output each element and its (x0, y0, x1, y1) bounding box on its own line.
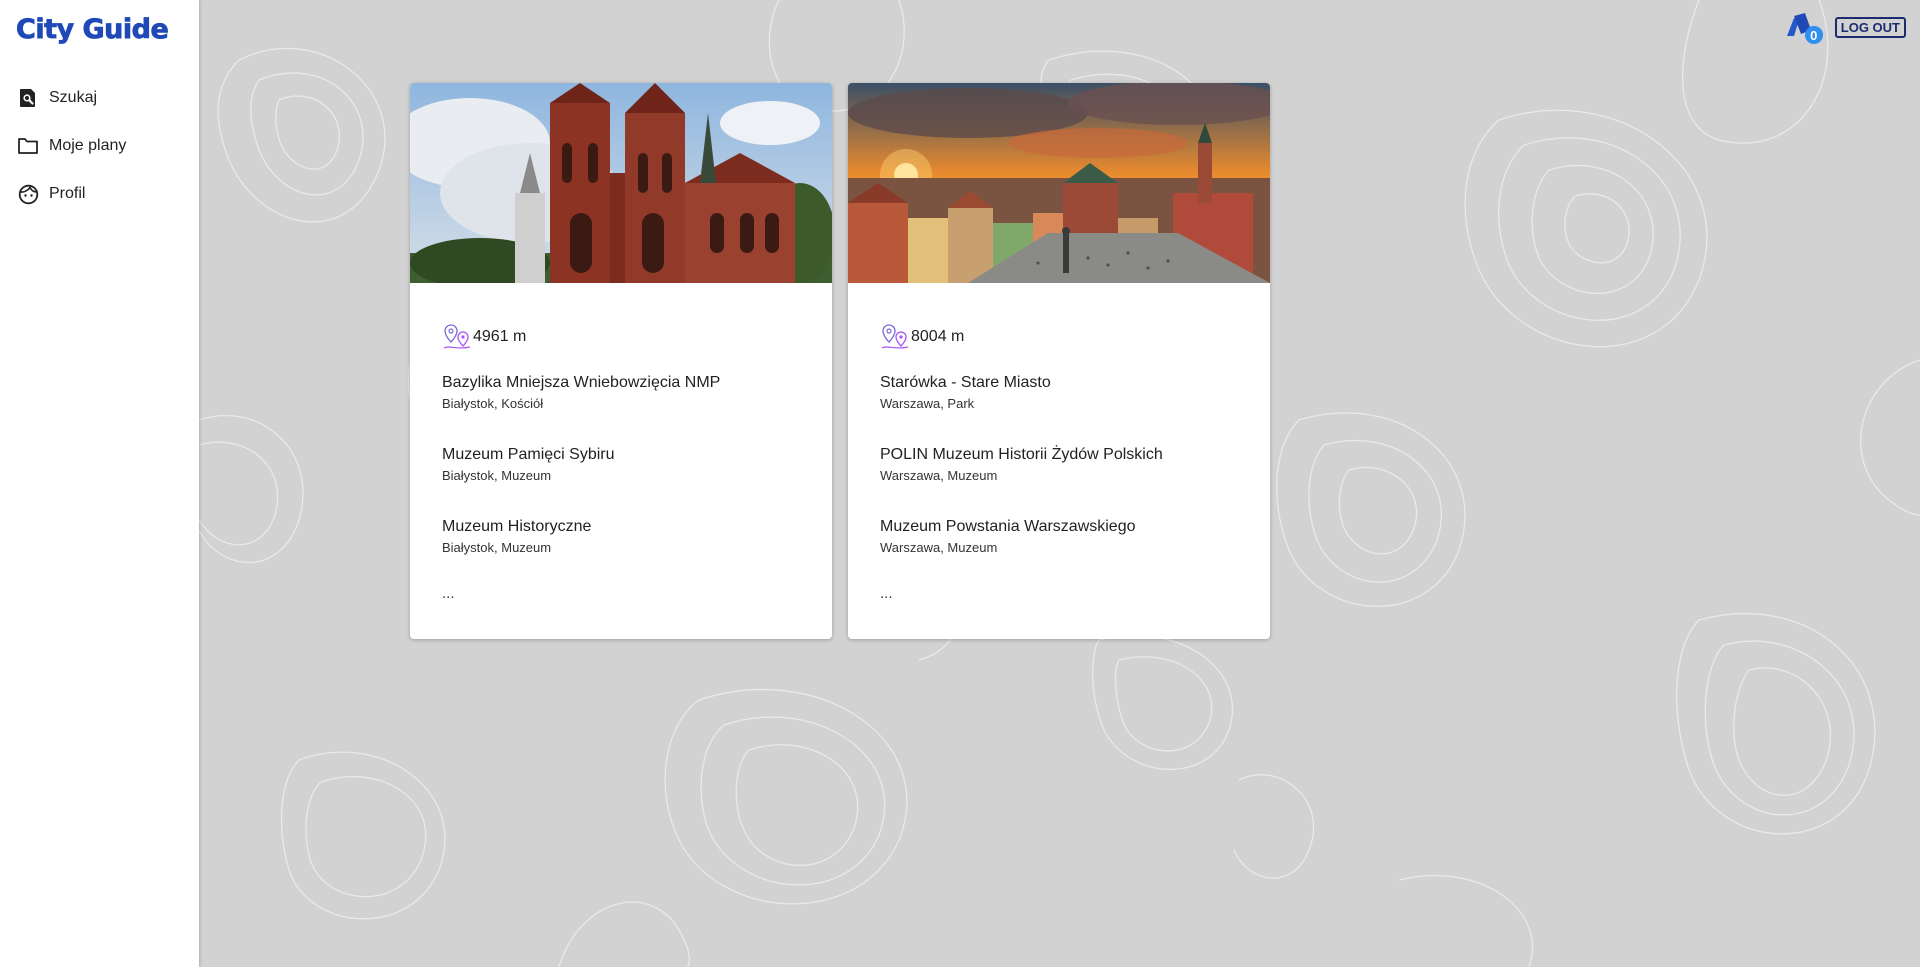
distance-value: 8004 m (911, 328, 965, 345)
sidebar-item-my-plans[interactable]: Moje plany (0, 122, 199, 170)
location-pins-icon (881, 324, 909, 349)
sidebar-item-label: Profil (49, 185, 86, 202)
sidebar-item-profile[interactable]: Profil (0, 170, 199, 218)
place-name: Muzeum Pamięci Sybiru (442, 446, 615, 463)
sidebar-nav: Szukaj Moje plany Profil (0, 74, 199, 218)
place-item: Muzeum Historyczne Białystok, Muzeum (442, 517, 800, 589)
more-indicator: ... (442, 585, 455, 602)
card-body: 4961 m Bazylika Mniejsza Wniebowzięcia N… (410, 283, 832, 602)
plan-basket-button[interactable]: 0 (1785, 12, 1823, 44)
logout-button[interactable]: LOG OUT (1834, 16, 1906, 38)
distance-value: 4961 m (473, 328, 527, 345)
place-item: Bazylika Mniejsza Wniebowzięcia NMP Biał… (442, 373, 800, 445)
distance-row: 4961 m (442, 323, 800, 351)
cart-count-badge: 0 (1804, 26, 1823, 44)
place-name: Bazylika Mniejsza Wniebowzięcia NMP (442, 374, 721, 391)
place-meta: Warszawa, Muzeum (880, 468, 998, 483)
app-logo[interactable]: City Guide (16, 14, 170, 46)
place-meta: Białystok, Muzeum (442, 540, 552, 555)
place-meta: Białystok, Muzeum (442, 468, 552, 483)
city-cards: 4961 m Bazylika Mniejsza Wniebowzięcia N… (410, 83, 1270, 639)
city-card[interactable]: 8004 m Starówka - Stare Miasto Warszawa,… (848, 83, 1270, 639)
location-pins-icon (443, 324, 471, 349)
sidebar-item-search[interactable]: Szukaj (0, 74, 199, 122)
place-name: Muzeum Historyczne (442, 518, 592, 535)
cathedral-photo (410, 83, 832, 283)
city-card[interactable]: 4961 m Bazylika Mniejsza Wniebowzięcia N… (410, 83, 832, 639)
place-name: Muzeum Powstania Warszawskiego (880, 518, 1136, 535)
sidebar-item-label: Szukaj (49, 89, 98, 106)
distance-row: 8004 m (880, 323, 1238, 351)
place-name: POLIN Muzeum Historii Żydów Polskich (880, 446, 1163, 463)
more-indicator: ... (880, 585, 893, 602)
place-item: Muzeum Pamięci Sybiru Białystok, Muzeum (442, 445, 800, 517)
place-item: Muzeum Powstania Warszawskiego Warszawa,… (880, 517, 1238, 589)
folder-icon (17, 135, 39, 157)
place-meta: Warszawa, Park (880, 396, 975, 411)
sidebar: City Guide Szukaj Moje plany Profil (0, 0, 199, 967)
place-item: POLIN Muzeum Historii Żydów Polskich War… (880, 445, 1238, 517)
place-meta: Białystok, Kościół (442, 396, 544, 411)
place-item: Starówka - Stare Miasto Warszawa, Park (880, 373, 1238, 445)
face-icon (17, 183, 39, 205)
place-name: Starówka - Stare Miasto (880, 374, 1051, 391)
top-bar: 0 LOG OUT (1785, 12, 1906, 44)
sidebar-item-label: Moje plany (49, 137, 127, 154)
place-meta: Warszawa, Muzeum (880, 540, 998, 555)
search-document-icon (17, 87, 39, 109)
card-body: 8004 m Starówka - Stare Miasto Warszawa,… (848, 283, 1270, 602)
old-town-sunset-photo (848, 83, 1270, 283)
main-content: 0 LOG OUT 4961 m Bazylika Mniejsza Wnieb… (199, 0, 1920, 967)
